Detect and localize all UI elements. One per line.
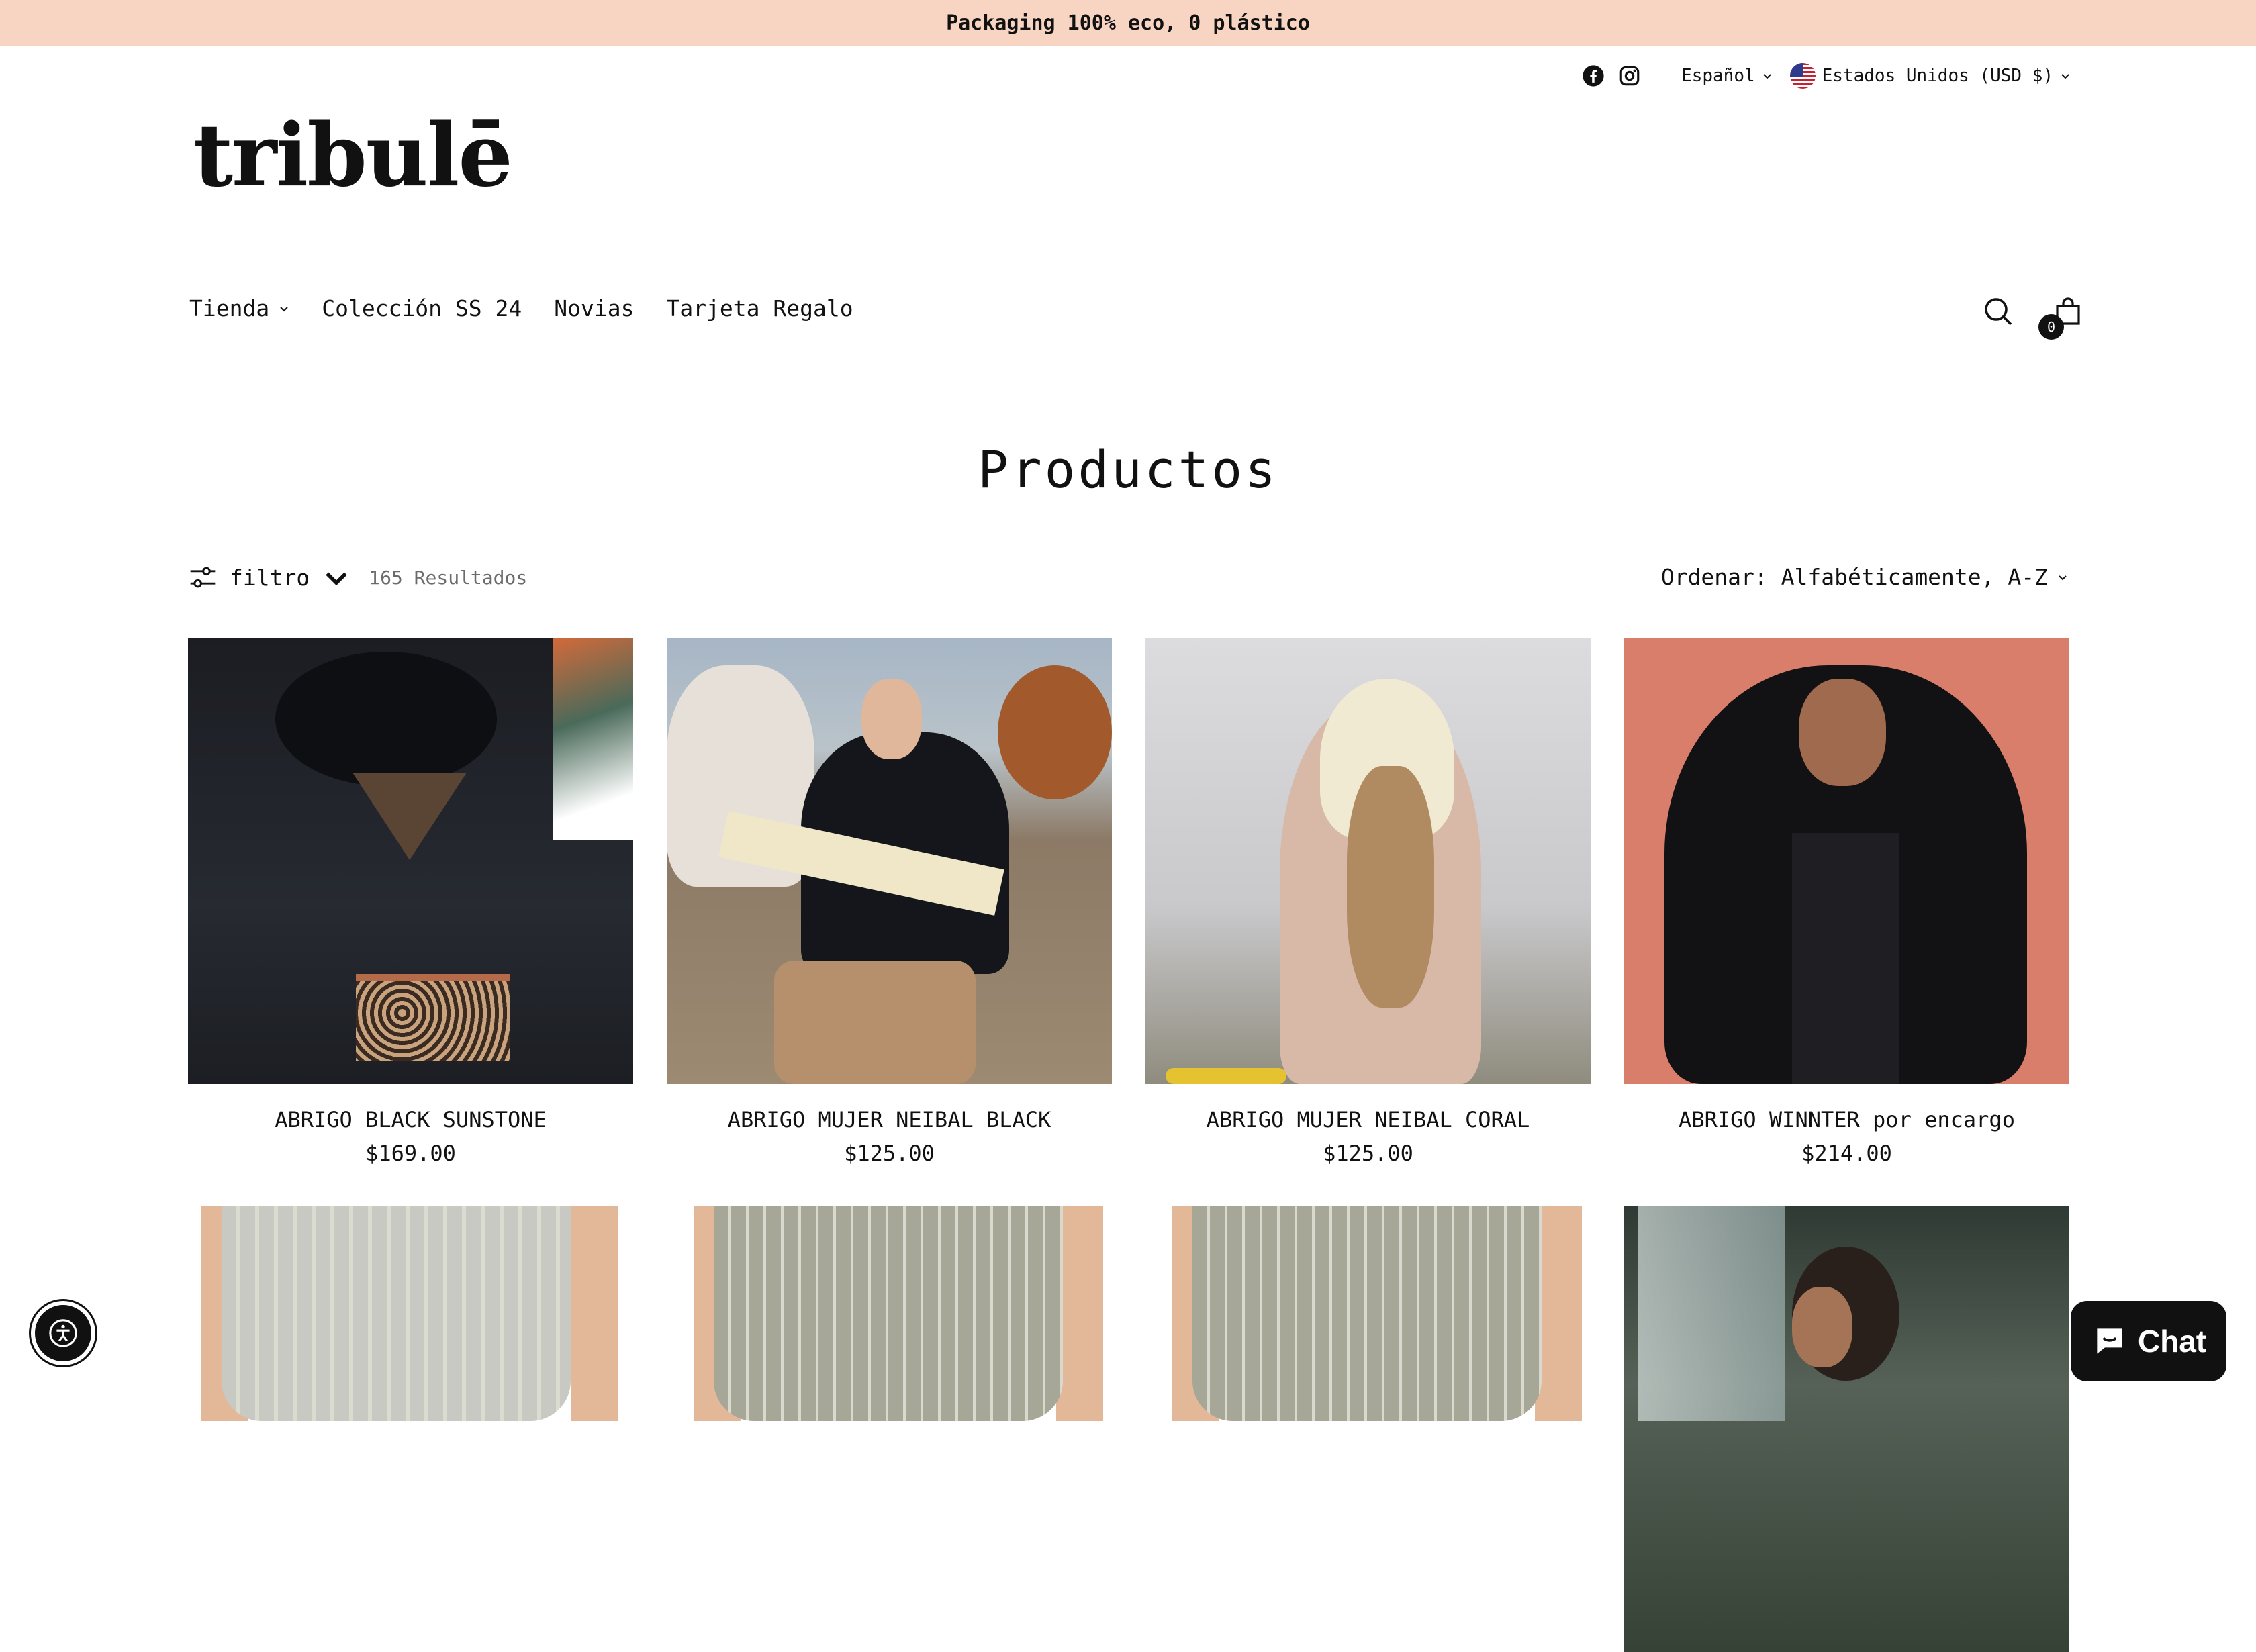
product-image[interactable] xyxy=(1145,1206,1591,1652)
accessibility-icon xyxy=(49,1319,77,1347)
chevron-down-icon xyxy=(280,306,288,311)
product-name[interactable]: ABRIGO BLACK SUNSTONE xyxy=(275,1107,547,1132)
chevron-down-icon xyxy=(2059,575,2067,580)
product-card[interactable]: ABRIGO BLACK SUNSTONE $169.00 xyxy=(188,638,633,1166)
filter-button[interactable]: filtro xyxy=(188,563,351,592)
product-price: $169.00 xyxy=(365,1140,456,1166)
nav-item-label: Colección SS 24 xyxy=(322,295,522,322)
product-card[interactable] xyxy=(1145,1206,1591,1652)
product-grid: ABRIGO BLACK SUNSTONE $169.00 ABRIGO MUJ… xyxy=(188,638,2069,1652)
country-label: Estados Unidos (USD $) xyxy=(1822,66,2053,86)
filter-label: filtro xyxy=(230,564,310,591)
product-card[interactable] xyxy=(188,1206,633,1652)
collection-toolbar: filtro 165 Resultados xyxy=(188,563,527,592)
chat-button[interactable]: Chat xyxy=(2071,1301,2226,1381)
announcement-bar: Packaging 100% eco, 0 plástico xyxy=(0,0,2256,46)
cart-button[interactable]: 0 xyxy=(2038,295,2084,340)
facebook-icon[interactable] xyxy=(1582,64,1605,87)
page-title: Productos xyxy=(978,440,1278,499)
site-logo[interactable]: tribulē xyxy=(193,113,513,199)
product-price: $214.00 xyxy=(1801,1140,1892,1166)
sort-label: Ordenar: Alfabéticamente, A-Z xyxy=(1660,564,2048,590)
header-icons: 0 xyxy=(1982,295,2084,340)
product-image[interactable] xyxy=(188,638,633,1084)
country-selector[interactable]: Estados Unidos (USD $) xyxy=(1789,63,2071,89)
chat-label: Chat xyxy=(2137,1324,2207,1359)
product-image[interactable] xyxy=(667,1206,1112,1652)
product-name[interactable]: ABRIGO MUJER NEIBAL CORAL xyxy=(1207,1107,1530,1132)
utility-bar: Español Estados Unidos (USD $) xyxy=(1582,59,2071,93)
nav-item-label: Tarjeta Regalo xyxy=(666,295,853,322)
search-icon[interactable] xyxy=(1982,295,2014,328)
sliders-icon xyxy=(190,567,216,588)
product-image[interactable] xyxy=(1145,638,1591,1084)
product-image[interactable] xyxy=(188,1206,633,1652)
nav-item-coleccion[interactable]: Colección SS 24 xyxy=(322,295,522,322)
us-flag-icon xyxy=(1789,63,1816,89)
instagram-icon[interactable] xyxy=(1618,64,1641,87)
nav-item-label: Novias xyxy=(554,295,634,322)
main-nav: Tienda Colección SS 24 Novias Tarjeta Re… xyxy=(189,295,853,322)
accessibility-button[interactable] xyxy=(31,1301,95,1365)
product-card[interactable] xyxy=(667,1206,1112,1652)
chat-bubble-icon xyxy=(2097,1328,2122,1354)
nav-item-novias[interactable]: Novias xyxy=(554,295,634,322)
product-image[interactable] xyxy=(667,638,1112,1084)
chevron-down-icon xyxy=(326,572,347,586)
product-price: $125.00 xyxy=(1323,1140,1413,1166)
language-selector[interactable]: Español xyxy=(1681,66,1773,86)
product-image[interactable] xyxy=(1624,638,2069,1084)
nav-item-label: Tienda xyxy=(189,295,270,322)
social-links xyxy=(1582,64,1641,87)
product-name[interactable]: ABRIGO WINNTER por encargo xyxy=(1679,1107,2015,1132)
language-label: Español xyxy=(1681,66,1755,86)
chevron-down-icon xyxy=(1762,74,1771,79)
announcement-text: Packaging 100% eco, 0 plástico xyxy=(946,11,1310,35)
cart-count-badge: 0 xyxy=(2038,314,2064,340)
product-card[interactable]: ABRIGO WINNTER por encargo $214.00 xyxy=(1624,638,2069,1166)
product-price: $125.00 xyxy=(844,1140,935,1166)
nav-item-tarjeta-regalo[interactable]: Tarjeta Regalo xyxy=(666,295,853,322)
sort-dropdown[interactable]: Ordenar: Alfabéticamente, A-Z xyxy=(1661,564,2068,590)
product-card[interactable]: ABRIGO MUJER NEIBAL BLACK $125.00 xyxy=(667,638,1112,1166)
product-name[interactable]: ABRIGO MUJER NEIBAL BLACK xyxy=(728,1107,1051,1132)
product-image[interactable] xyxy=(1624,1206,2069,1652)
product-card[interactable]: ABRIGO MUJER NEIBAL CORAL $125.00 xyxy=(1145,638,1591,1166)
results-count: 165 Resultados xyxy=(369,566,528,589)
chevron-down-icon xyxy=(2061,74,2069,79)
nav-item-tienda[interactable]: Tienda xyxy=(189,295,289,322)
product-card[interactable] xyxy=(1624,1206,2069,1652)
